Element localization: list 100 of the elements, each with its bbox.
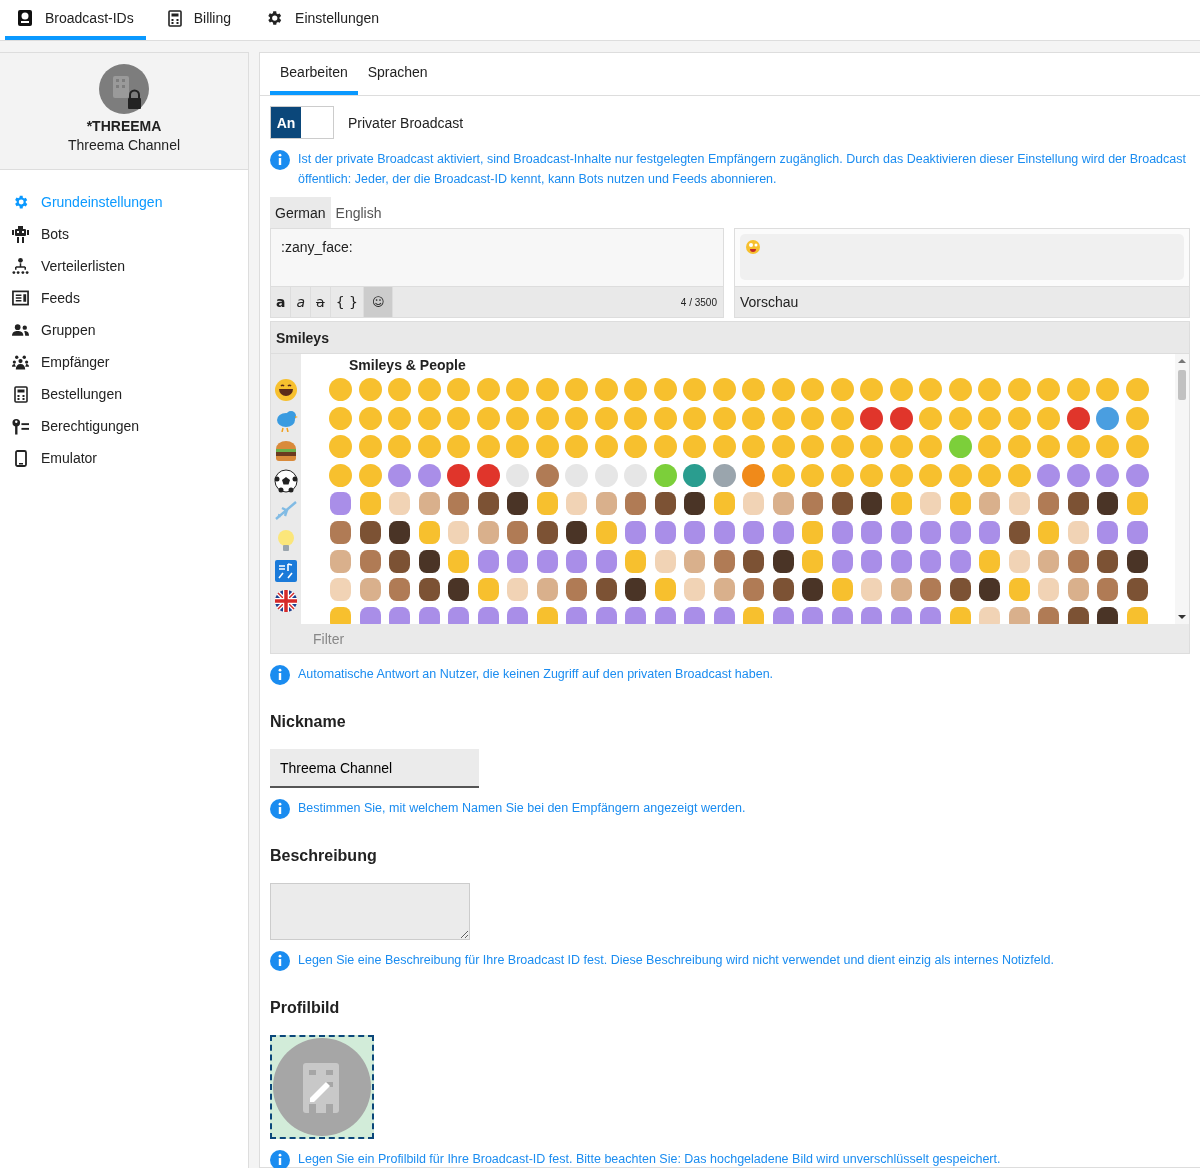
sidebar-item[interactable]: Bots [0, 218, 248, 250]
sidebar-item[interactable]: Feeds [0, 282, 248, 314]
airplane-icon[interactable] [274, 500, 298, 520]
building-edit-icon [273, 1038, 371, 1136]
info-text: Ist der private Broadcast aktiviert, sind Broadcast-Inhalte nur festgelegten Empfängern zugänglich. Durch das Deaktivieren dieser Einstellung wird der Broadcast öffentlich: Jeder, der die Broadcast-ID kennt, kann Bots nutzen und Feeds abonnieren. [298, 151, 1187, 188]
emoji-icon[interactable] [566, 520, 587, 544]
emoji-icon[interactable] [1067, 606, 1089, 624]
format-button[interactable]: a [311, 287, 331, 317]
format-button[interactable]: ☺ [363, 287, 394, 317]
emoji-icon[interactable] [595, 578, 617, 602]
emoji-icon [746, 240, 760, 254]
group-icon [12, 323, 29, 337]
light-bulb-icon[interactable] [278, 529, 294, 551]
scrollbar[interactable] [1175, 354, 1189, 624]
grinning-face-icon[interactable] [275, 379, 297, 401]
emoji-icon[interactable] [389, 549, 410, 573]
emoji-icon[interactable] [418, 549, 440, 573]
emoji-icon[interactable] [684, 492, 705, 516]
info-text: Automatische Antwort an Nutzer, die keinen Zugriff auf den privaten Broadcast haben. [298, 666, 774, 683]
tab[interactable]: Sprachen [357, 53, 438, 95]
toggle-label: Privater Broadcast [348, 114, 464, 131]
emoji-icon[interactable] [1126, 578, 1148, 602]
nickname-field[interactable]: Threema Channel [270, 749, 479, 788]
emoji-icon[interactable] [949, 578, 971, 602]
toggle-state: An [271, 107, 301, 138]
nav-tab[interactable]: Einstellungen [253, 0, 392, 40]
tab[interactable]: Bearbeiten [270, 53, 358, 95]
format-button[interactable]: { } [330, 287, 364, 317]
key-icon [12, 417, 29, 435]
phone-icon [14, 449, 27, 467]
calculator-icon [13, 385, 28, 403]
emoji-icon[interactable] [654, 492, 676, 516]
symbols-icon[interactable] [275, 560, 297, 583]
sidebar-item[interactable]: Empfänger [0, 346, 248, 378]
channel-name: Threema Channel [67, 137, 181, 153]
info-text: Legen Sie eine Beschreibung für Ihre Broadcast ID fest. Diese Beschreibung wird nicht verwendet und dient einzig als internes Notizfeld. [298, 952, 1054, 969]
info-icon [270, 150, 290, 170]
hierarchy-icon [12, 257, 29, 275]
sidebar-item[interactable]: Berechtigungen [0, 410, 248, 442]
nav-tab[interactable]: Billing [155, 0, 244, 40]
soccer-ball-icon[interactable] [274, 469, 298, 493]
settings-icon [12, 193, 29, 211]
scrollbar-thumb[interactable] [1178, 370, 1186, 400]
emoji-icon[interactable] [802, 578, 823, 602]
id-card-icon [17, 9, 33, 27]
emoji-icon[interactable] [1067, 492, 1089, 516]
character-counter: 4 / 3500 [680, 296, 717, 308]
format-button[interactable]: a [291, 287, 312, 317]
emoji-icon[interactable] [979, 578, 1000, 602]
emoji-icon[interactable] [831, 492, 853, 516]
filter-field[interactable]: Filter [271, 624, 1189, 653]
emoji-icon[interactable] [1126, 549, 1148, 573]
people-icon [12, 354, 29, 370]
burger-icon[interactable] [276, 441, 296, 462]
emoji-icon[interactable] [1008, 520, 1030, 544]
emoji-icon[interactable] [625, 578, 646, 602]
emoji-icon[interactable] [536, 520, 558, 544]
channel-id: *THREEMA [86, 118, 162, 134]
message-text[interactable]: :zany_face: [271, 229, 723, 286]
section-heading: Smileys & People [349, 357, 466, 373]
bird-icon[interactable] [277, 411, 298, 433]
info-text: Legen Sie ein Profilbild für Ihre Broadcast-ID fest. Bitte beachten Sie: Das hochgeladene Bild wird unverschlüsselt gespeichert. [298, 1151, 1001, 1168]
emoji-icon[interactable] [743, 549, 764, 573]
emoji-icon[interactable] [477, 492, 499, 516]
emoji-icon[interactable] [418, 578, 440, 602]
preview-label: Vorschau [735, 286, 1189, 317]
profile-picture-upload[interactable] [270, 1035, 374, 1139]
union-jack-flag-icon[interactable] [274, 589, 298, 614]
scroll-down-arrow-icon[interactable] [1178, 614, 1186, 620]
info-icon [270, 799, 290, 819]
emoji-icon[interactable] [448, 578, 469, 602]
scroll-up-arrow-icon[interactable] [1178, 358, 1186, 364]
nav-tab[interactable]: Broadcast-IDs [5, 0, 146, 40]
calculator-icon [167, 9, 182, 27]
info-text: Bestimmen Sie, mit welchem Namen Sie bei den Empfängern angezeigt werden. [298, 800, 746, 817]
sidebar-item[interactable]: Emulator [0, 442, 248, 474]
building-lock-avatar-icon [99, 64, 149, 114]
document-icon [12, 290, 29, 306]
language-tab[interactable]: German [270, 197, 331, 228]
emoji-icon[interactable] [389, 520, 410, 544]
emoji-icon[interactable] [861, 492, 882, 516]
sidebar-item[interactable]: Gruppen [0, 314, 248, 346]
emoji-icon[interactable] [772, 578, 794, 602]
emoji-icon[interactable] [507, 492, 528, 516]
toggle-switch[interactable]: An [270, 106, 334, 139]
emoji-icon[interactable] [1097, 606, 1118, 624]
sidebar-item[interactable]: Verteilerlisten [0, 250, 248, 282]
language-tab[interactable]: English [330, 197, 387, 228]
section-heading: Beschreibung [270, 847, 378, 865]
info-icon [270, 951, 290, 971]
format-button[interactable]: a [271, 287, 292, 317]
robot-icon [12, 225, 29, 243]
emoji-icon[interactable] [772, 549, 794, 573]
section-heading: Nickname [270, 713, 347, 731]
sidebar-item[interactable]: Bestellungen [0, 378, 248, 410]
description-field[interactable] [270, 883, 470, 940]
emoji-icon[interactable] [1097, 549, 1118, 573]
emoji-icon[interactable] [1097, 492, 1118, 516]
emoji-icon[interactable] [359, 520, 381, 544]
picker-title: Smileys [271, 322, 1189, 354]
